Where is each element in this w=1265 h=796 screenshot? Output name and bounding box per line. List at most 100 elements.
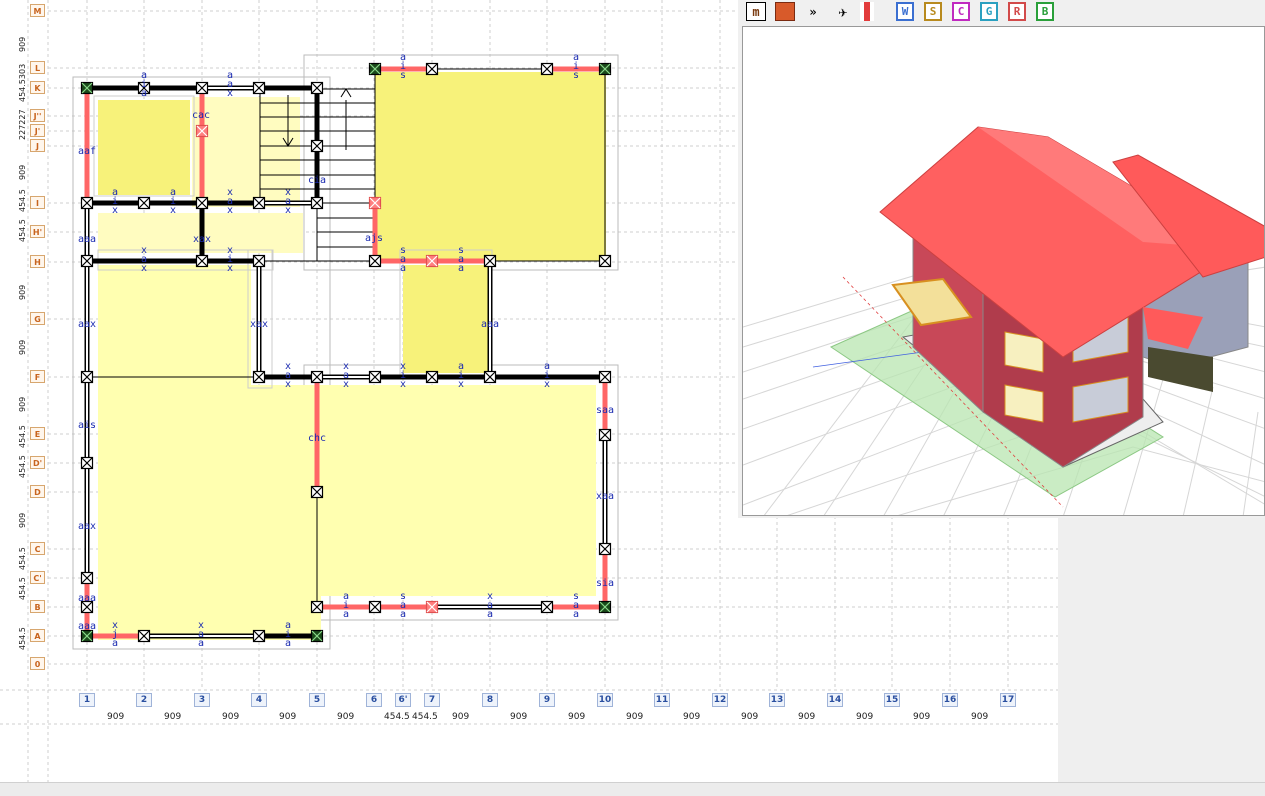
column-label[interactable]: 8	[482, 693, 498, 707]
structure-button[interactable]: S	[924, 2, 942, 21]
wall-node[interactable]	[425, 370, 439, 384]
column-label[interactable]: 12	[712, 693, 728, 707]
column-label[interactable]: 2	[136, 693, 152, 707]
wall-node[interactable]	[310, 196, 324, 210]
b-button[interactable]: B	[1036, 2, 1054, 21]
wall-node[interactable]	[310, 629, 324, 643]
row-label[interactable]: C	[30, 542, 45, 555]
row-label[interactable]: J'	[30, 124, 45, 137]
column-label[interactable]: 9	[539, 693, 555, 707]
wall-node[interactable]	[425, 600, 439, 614]
row-label[interactable]: J	[30, 139, 45, 152]
wall-node[interactable]	[80, 629, 94, 643]
wall-code: aia	[141, 70, 147, 99]
row-label[interactable]: 0	[30, 657, 45, 670]
row-label[interactable]: E	[30, 427, 45, 440]
column-label[interactable]: 11	[654, 693, 670, 707]
wall-code: cac	[192, 110, 210, 121]
wall-node[interactable]	[195, 254, 209, 268]
wall-node[interactable]	[598, 370, 612, 384]
column-label[interactable]: 7	[424, 693, 440, 707]
wall-node[interactable]	[80, 456, 94, 470]
color-bar-button[interactable]	[860, 2, 874, 21]
wall-node[interactable]	[195, 124, 209, 138]
wall-node[interactable]	[598, 600, 612, 614]
row-label[interactable]: I	[30, 196, 45, 209]
wall-node[interactable]	[483, 370, 497, 384]
wall-node[interactable]	[252, 81, 266, 95]
wall-node[interactable]	[137, 629, 151, 643]
wall-node[interactable]	[368, 370, 382, 384]
wall-node[interactable]	[252, 254, 266, 268]
wall-node[interactable]	[310, 139, 324, 153]
column-label[interactable]: 3	[194, 693, 210, 707]
column-label[interactable]: 17	[1000, 693, 1016, 707]
wall-node[interactable]	[310, 600, 324, 614]
wall-node[interactable]	[483, 254, 497, 268]
wall-node[interactable]	[540, 62, 554, 76]
wall-node[interactable]	[310, 81, 324, 95]
column-label[interactable]: 13	[769, 693, 785, 707]
column-label[interactable]: 4	[251, 693, 267, 707]
row-label[interactable]: F	[30, 370, 45, 383]
render-button[interactable]	[775, 2, 795, 21]
wall-code: aax	[78, 521, 96, 532]
run-icon[interactable]: ✈	[832, 2, 854, 21]
g-button[interactable]: G	[980, 2, 998, 21]
wall-node[interactable]	[80, 196, 94, 210]
column-label[interactable]: 6	[366, 693, 382, 707]
3d-view-panel: m » ✈ W S C G R B	[738, 0, 1265, 518]
dimension-label: 909	[856, 712, 874, 722]
wall-node[interactable]	[310, 485, 324, 499]
wall-node[interactable]	[425, 254, 439, 268]
wall-node[interactable]	[252, 629, 266, 643]
wall-node[interactable]	[425, 62, 439, 76]
row-label[interactable]: B	[30, 600, 45, 613]
column-label[interactable]: 5	[309, 693, 325, 707]
wall-code: saa	[400, 591, 406, 620]
model-button[interactable]: m	[746, 2, 766, 21]
wall-node[interactable]	[368, 62, 382, 76]
column-label[interactable]: 10	[597, 693, 613, 707]
row-label[interactable]: J''	[30, 109, 45, 122]
wall-node[interactable]	[195, 81, 209, 95]
wall-node[interactable]	[310, 370, 324, 384]
row-label[interactable]: A	[30, 629, 45, 642]
wall-node[interactable]	[80, 81, 94, 95]
row-label[interactable]: C'	[30, 571, 45, 584]
row-label[interactable]: D'	[30, 456, 45, 469]
row-label[interactable]: L	[30, 61, 45, 74]
wall-node[interactable]	[598, 428, 612, 442]
column-label[interactable]: 1	[79, 693, 95, 707]
row-label[interactable]: G	[30, 312, 45, 325]
wall-code: aix	[458, 361, 464, 390]
wall-node[interactable]	[252, 370, 266, 384]
wall-node[interactable]	[368, 600, 382, 614]
wall-node[interactable]	[540, 600, 554, 614]
wall-node[interactable]	[598, 62, 612, 76]
row-label[interactable]: H	[30, 255, 45, 268]
row-label[interactable]: K	[30, 81, 45, 94]
wall-node[interactable]	[195, 196, 209, 210]
row-label[interactable]: D	[30, 485, 45, 498]
walls-button[interactable]: W	[896, 2, 914, 21]
wall-node[interactable]	[252, 196, 266, 210]
wall-node[interactable]	[80, 370, 94, 384]
c-button[interactable]: C	[952, 2, 970, 21]
roof-button[interactable]: R	[1008, 2, 1026, 21]
wall-node[interactable]	[598, 254, 612, 268]
wall-node[interactable]	[80, 254, 94, 268]
wall-node[interactable]	[368, 254, 382, 268]
forward-button[interactable]: »	[804, 2, 822, 21]
wall-node[interactable]	[598, 542, 612, 556]
row-label[interactable]: M	[30, 4, 45, 17]
wall-node[interactable]	[80, 571, 94, 585]
column-label[interactable]: 15	[884, 693, 900, 707]
wall-node[interactable]	[137, 196, 151, 210]
row-label[interactable]: H'	[30, 225, 45, 238]
3d-viewport[interactable]	[742, 26, 1265, 516]
column-label[interactable]: 14	[827, 693, 843, 707]
column-label[interactable]: 16	[942, 693, 958, 707]
wall-node[interactable]	[368, 196, 382, 210]
column-label[interactable]: 6'	[395, 693, 411, 707]
